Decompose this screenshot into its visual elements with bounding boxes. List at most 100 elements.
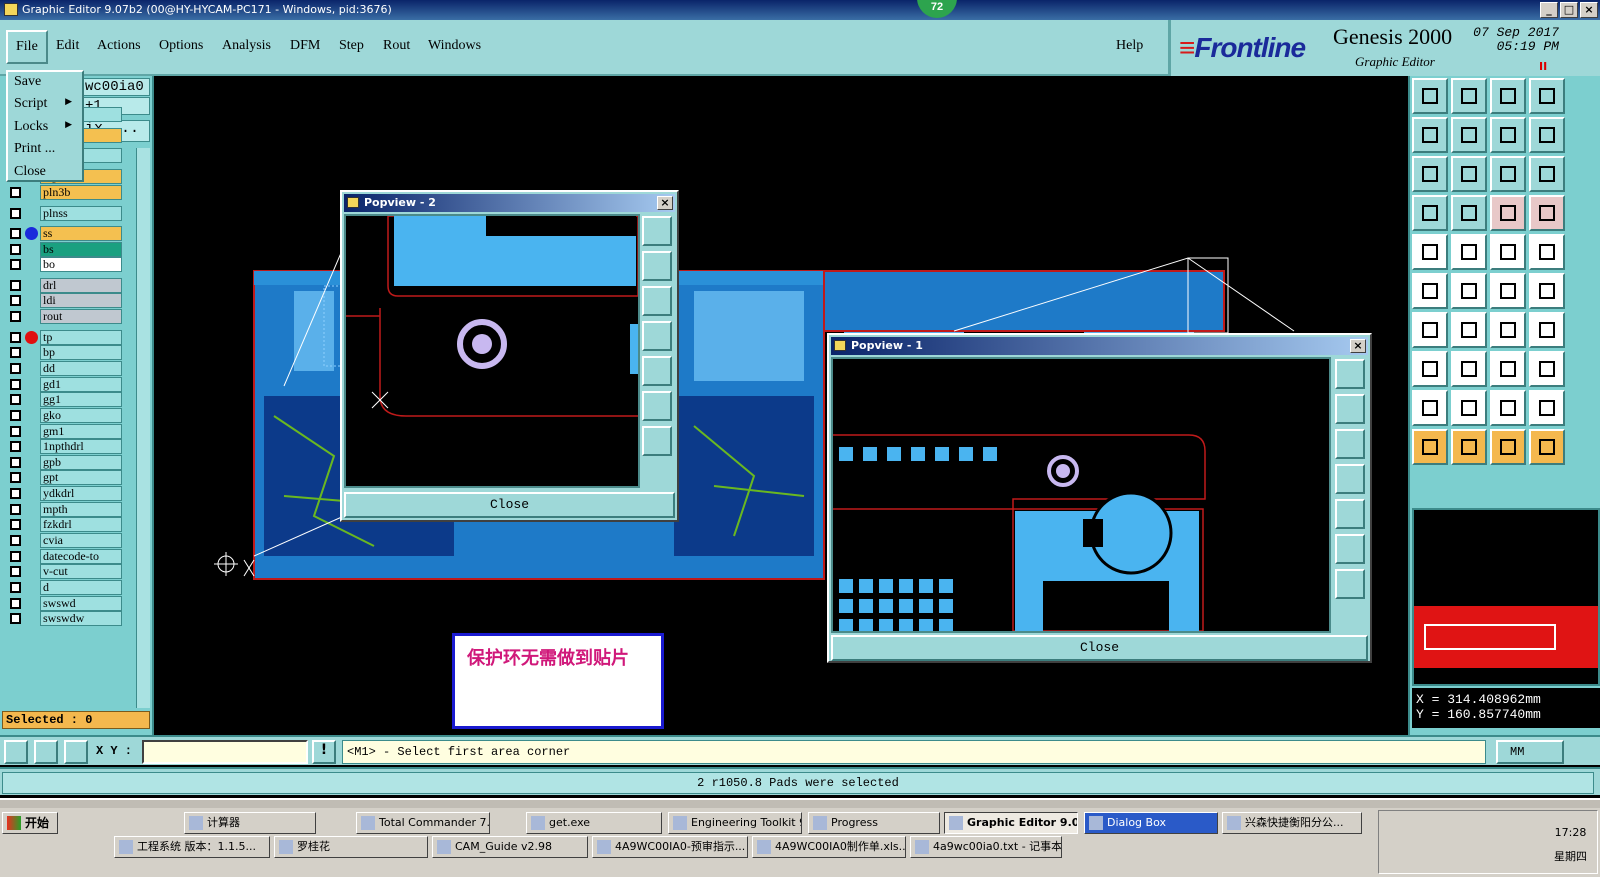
taskbar-button[interactable]: Progress bbox=[808, 812, 940, 834]
arrow-icon[interactable] bbox=[1490, 273, 1526, 309]
layer-checkbox[interactable] bbox=[10, 363, 21, 374]
layer-row[interactable]: gg1 bbox=[6, 392, 122, 407]
job-name-field[interactable]: wc00ia0 bbox=[82, 78, 150, 96]
help-icon[interactable] bbox=[1529, 156, 1565, 192]
layer-checkbox[interactable] bbox=[10, 472, 21, 483]
layer-checkbox[interactable] bbox=[10, 488, 21, 499]
file-menu-script[interactable]: Script ▶ bbox=[14, 96, 78, 112]
layer-checkbox[interactable] bbox=[10, 228, 21, 239]
select-area-icon[interactable] bbox=[1451, 429, 1487, 465]
popview-2-titlebar[interactable]: Popview - 2 bbox=[344, 194, 675, 212]
start-button[interactable]: 开始 bbox=[2, 812, 58, 834]
popview-2-close-x-button[interactable]: × bbox=[657, 196, 673, 210]
layer-row[interactable]: pln3b bbox=[6, 185, 122, 200]
layer-checkbox[interactable] bbox=[10, 347, 21, 358]
popview-1-view[interactable] bbox=[831, 357, 1331, 633]
layer-row[interactable]: mpth bbox=[6, 502, 122, 517]
snap-red-alt-icon[interactable] bbox=[1529, 195, 1565, 231]
connect-icon[interactable] bbox=[1412, 273, 1448, 309]
menu-edit[interactable]: Edit bbox=[56, 38, 79, 54]
snap-icon[interactable] bbox=[4, 740, 28, 764]
layer-name[interactable]: rout bbox=[40, 309, 122, 324]
menu-help[interactable]: Help bbox=[1116, 38, 1143, 54]
layer-row[interactable]: cvia bbox=[6, 533, 122, 548]
layer-row[interactable]: d bbox=[6, 580, 122, 595]
maximize-button[interactable]: □ bbox=[1560, 2, 1578, 18]
popview-1-close-x-button[interactable]: × bbox=[1350, 339, 1366, 353]
layer-row[interactable]: datecode-to bbox=[6, 549, 122, 564]
popview-1-titlebar[interactable]: Popview - 1 bbox=[831, 337, 1368, 355]
layer-checkbox[interactable] bbox=[10, 598, 21, 609]
undo-zoom-icon[interactable] bbox=[1490, 117, 1526, 153]
layer-scrollbar[interactable] bbox=[136, 148, 150, 708]
layer-checkbox[interactable] bbox=[10, 187, 21, 198]
layer-name[interactable]: gg1 bbox=[40, 392, 122, 407]
measure-icon[interactable] bbox=[1412, 195, 1448, 231]
center-icon[interactable] bbox=[1451, 156, 1487, 192]
layout-icon[interactable] bbox=[1529, 78, 1565, 114]
layer-name[interactable]: ydkdrl bbox=[40, 486, 122, 501]
layer-row[interactable]: gd1 bbox=[6, 377, 122, 392]
layer-name[interactable]: pln3b bbox=[40, 185, 122, 200]
chord-icon[interactable] bbox=[1529, 390, 1565, 426]
layer-row[interactable]: gpb bbox=[6, 455, 122, 470]
layer-checkbox[interactable] bbox=[10, 259, 21, 270]
menu-rout[interactable]: Rout bbox=[383, 38, 410, 54]
layer-name[interactable]: gd1 bbox=[40, 377, 122, 392]
layer-checkbox[interactable] bbox=[10, 379, 21, 390]
home-icon[interactable] bbox=[1490, 78, 1526, 114]
layer-row[interactable]: ldi bbox=[6, 293, 122, 308]
notification-badge[interactable]: 72 bbox=[917, 0, 957, 18]
layer-name[interactable]: ss bbox=[40, 226, 122, 241]
zoom-out-button[interactable] bbox=[642, 391, 672, 421]
layer-row[interactable]: dd bbox=[6, 361, 122, 376]
mirror-icon[interactable] bbox=[1529, 312, 1565, 348]
layer-checkbox[interactable] bbox=[10, 551, 21, 562]
rotate-icon[interactable] bbox=[1490, 312, 1526, 348]
xy-input[interactable] bbox=[142, 740, 308, 764]
taskbar-button[interactable]: 4A9WC00IA0制作单.xls... bbox=[752, 836, 906, 858]
triangle-icon[interactable] bbox=[1412, 390, 1448, 426]
fit-icon[interactable] bbox=[1412, 156, 1448, 192]
layer-name[interactable]: dd bbox=[40, 361, 122, 376]
layer-checkbox[interactable] bbox=[10, 208, 21, 219]
file-menu-print[interactable]: Print ... bbox=[14, 141, 55, 157]
scale-1-2-icon[interactable] bbox=[1490, 156, 1526, 192]
layer-name[interactable]: plnss bbox=[40, 206, 122, 221]
cross-icon[interactable] bbox=[1451, 273, 1487, 309]
layer-checkbox[interactable] bbox=[10, 613, 21, 624]
file-menu-save[interactable]: Save bbox=[14, 74, 41, 90]
layer-row[interactable]: bs bbox=[6, 242, 122, 257]
layer-checkbox[interactable] bbox=[10, 295, 21, 306]
popview-2-view[interactable] bbox=[344, 214, 640, 488]
redraw-icon[interactable] bbox=[1529, 117, 1565, 153]
file-menu-locks[interactable]: Locks ▶ bbox=[14, 119, 78, 135]
taskbar-button[interactable]: 4A9WC00IA0-预审指示... bbox=[592, 836, 748, 858]
zoom-home-button[interactable] bbox=[642, 216, 672, 246]
angle-icon[interactable] bbox=[34, 740, 58, 764]
layer-row[interactable]: tp bbox=[6, 330, 122, 345]
layer-checkbox[interactable] bbox=[10, 504, 21, 515]
layer-row[interactable]: gko bbox=[6, 408, 122, 423]
minimap[interactable] bbox=[1412, 508, 1600, 686]
pan-right-icon[interactable] bbox=[1451, 117, 1487, 153]
layer-name[interactable]: cvia bbox=[40, 533, 122, 548]
units-selector[interactable]: MM bbox=[1496, 740, 1564, 764]
menu-actions[interactable]: Actions bbox=[97, 38, 141, 54]
zoom-out-button[interactable] bbox=[1335, 534, 1365, 564]
layer-row[interactable]: bo bbox=[6, 257, 122, 272]
popview-2-close-button[interactable]: Close bbox=[344, 492, 675, 518]
drop-icon[interactable] bbox=[1451, 78, 1487, 114]
layer-name[interactable]: tp bbox=[40, 330, 122, 345]
zoom-in-button[interactable] bbox=[642, 426, 672, 456]
layer-name[interactable]: gm1 bbox=[40, 424, 122, 439]
snap-red-icon[interactable] bbox=[1490, 195, 1526, 231]
taskbar-button[interactable]: 4a9wc00ia0.txt - 记事本 bbox=[910, 836, 1062, 858]
layer-name[interactable]: swswd bbox=[40, 596, 122, 611]
layer-row[interactable]: fzkdrl bbox=[6, 517, 122, 532]
layer-checkbox[interactable] bbox=[10, 426, 21, 437]
pan-up-button[interactable] bbox=[1335, 394, 1365, 424]
layer-name[interactable]: datecode-to bbox=[40, 549, 122, 564]
menu-step[interactable]: Step bbox=[339, 38, 364, 54]
layer-checkbox[interactable] bbox=[10, 566, 21, 577]
